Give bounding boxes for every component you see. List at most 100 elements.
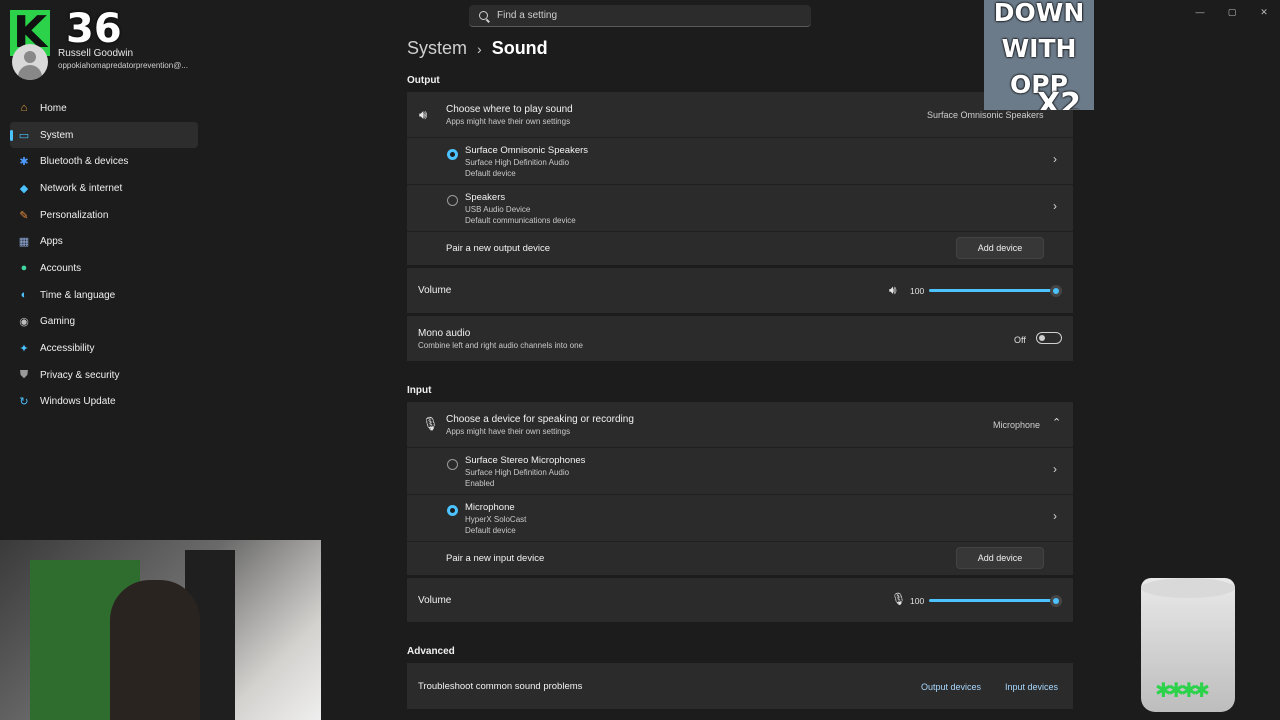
input-device-radio[interactable] bbox=[447, 459, 458, 470]
pair-output-row: Pair a new output device Add device bbox=[407, 232, 1073, 265]
input-volume-card: Volume 🎙︎ 100 bbox=[407, 578, 1073, 622]
input-device-radio[interactable] bbox=[447, 505, 458, 516]
output-device-driver: USB Audio Device bbox=[465, 205, 531, 214]
sidebar-nav: ⌂ Home ▭ System ✱ Bluetooth & devices ◆ Netw… bbox=[10, 95, 198, 415]
output-device-row[interactable]: Surface Omnisonic Speakers Surface High … bbox=[407, 138, 1073, 184]
output-device-radio[interactable] bbox=[447, 149, 458, 160]
input-device-name: Microphone bbox=[465, 502, 515, 513]
network-icon: ◆ bbox=[19, 182, 29, 195]
troubleshoot-label: Troubleshoot common sound problems bbox=[418, 681, 583, 692]
output-chooser-row[interactable]: 🔊︎ Choose where to play sound Apps might… bbox=[407, 92, 1073, 137]
sidebar-item-label: Apps bbox=[40, 236, 63, 248]
minimize-button[interactable]: — bbox=[1184, 0, 1216, 24]
output-section-label: Output bbox=[407, 75, 440, 86]
input-device-driver: HyperX SoloCast bbox=[465, 515, 527, 524]
output-device-status: Default communications device bbox=[465, 216, 576, 225]
input-chooser-row[interactable]: 🎙︎ Choose a device for speaking or recor… bbox=[407, 402, 1073, 447]
input-volume-value: 100 bbox=[910, 596, 925, 606]
shield-icon: ⛊ bbox=[19, 368, 29, 381]
add-output-device-button[interactable]: Add device bbox=[956, 237, 1044, 259]
advanced-section-label: Advanced bbox=[407, 646, 455, 657]
sidebar-item-personalization[interactable]: ✎ Personalization bbox=[10, 202, 198, 229]
mono-audio-subtitle: Combine left and right audio channels in… bbox=[418, 341, 583, 350]
window-controls: — ▢ ✕ bbox=[1184, 0, 1280, 24]
close-button[interactable]: ✕ bbox=[1248, 0, 1280, 24]
sidebar-item-home[interactable]: ⌂ Home bbox=[10, 95, 198, 122]
mono-audio-toggle[interactable] bbox=[1036, 332, 1062, 344]
microphone-icon[interactable]: 🎙︎ bbox=[891, 592, 906, 606]
breadcrumb-parent[interactable]: System bbox=[407, 38, 467, 59]
sidebar-item-label: Time & language bbox=[40, 289, 116, 301]
chevron-up-icon[interactable]: ⌃ bbox=[1052, 416, 1061, 429]
chevron-right-icon[interactable]: › bbox=[1053, 152, 1057, 166]
maximize-button[interactable]: ▢ bbox=[1216, 0, 1248, 24]
chevron-right-icon[interactable]: › bbox=[1053, 462, 1057, 476]
sidebar-item-time-language[interactable]: ◐ Time & language bbox=[10, 282, 198, 309]
apps-icon: ▦ bbox=[18, 236, 30, 249]
output-volume-card: Volume 🔊︎ 100 bbox=[407, 268, 1073, 313]
sidebar-item-label: Personalization bbox=[40, 209, 109, 221]
input-device-name: Surface Stereo Microphones bbox=[465, 455, 586, 466]
sidebar-item-network[interactable]: ◆ Network & internet bbox=[10, 175, 198, 202]
speaker-icon[interactable]: 🔊︎ bbox=[889, 283, 897, 298]
output-chooser-subtitle: Apps might have their own settings bbox=[446, 117, 571, 126]
sidebar-item-system[interactable]: ▭ System bbox=[10, 121, 198, 149]
output-device-row[interactable]: Speakers USB Audio Device Default commun… bbox=[407, 185, 1073, 231]
output-device-radio[interactable] bbox=[447, 195, 458, 206]
search-input[interactable] bbox=[497, 10, 787, 21]
meme-line: DOWN bbox=[993, 0, 1085, 27]
input-section-label: Input bbox=[407, 385, 432, 396]
input-volume-label: Volume bbox=[418, 595, 452, 606]
pair-output-label: Pair a new output device bbox=[446, 243, 551, 254]
troubleshoot-output-link[interactable]: Output devices bbox=[921, 682, 981, 692]
input-device-status: Default device bbox=[465, 526, 516, 535]
output-volume-slider[interactable] bbox=[929, 289, 1056, 292]
output-volume-value: 100 bbox=[910, 286, 925, 296]
search-box[interactable] bbox=[469, 5, 811, 27]
input-device-card: 🎙︎ Choose a device for speaking or recor… bbox=[407, 402, 1073, 575]
troubleshoot-input-link[interactable]: Input devices bbox=[1005, 682, 1058, 692]
meme-line: X2 bbox=[1036, 87, 1081, 111]
sidebar-item-windows-update[interactable]: ↻ Windows Update bbox=[10, 389, 198, 416]
sidebar-item-apps[interactable]: ▦ Apps bbox=[10, 228, 198, 255]
add-input-device-button[interactable]: Add device bbox=[956, 547, 1044, 569]
sidebar-item-label: System bbox=[40, 129, 74, 141]
input-volume-slider[interactable] bbox=[929, 599, 1056, 602]
chevron-right-icon[interactable]: › bbox=[1053, 509, 1057, 523]
speaker-icon: 🔊︎ bbox=[419, 107, 428, 122]
sidebar-item-gaming[interactable]: ◉ Gaming bbox=[10, 309, 198, 336]
troubleshoot-card: Troubleshoot common sound problems Outpu… bbox=[407, 663, 1073, 709]
brush-icon: ✎ bbox=[19, 209, 29, 222]
pair-input-row: Pair a new input device Add device bbox=[407, 542, 1073, 575]
accessibility-icon: ✦ bbox=[19, 343, 29, 356]
input-device-status: Enabled bbox=[465, 479, 495, 488]
sidebar-item-label: Home bbox=[40, 102, 67, 114]
sidebar-item-bluetooth[interactable]: ✱ Bluetooth & devices bbox=[10, 148, 198, 175]
page-title: Sound bbox=[491, 38, 548, 58]
system-icon: ▭ bbox=[18, 129, 30, 142]
avatar[interactable] bbox=[12, 44, 48, 80]
input-chooser-subtitle: Apps might have their own settings bbox=[446, 427, 571, 436]
chevron-right-icon: › bbox=[477, 40, 482, 57]
input-device-row[interactable]: Surface Stereo Microphones Surface High … bbox=[407, 448, 1073, 494]
input-device-row[interactable]: Microphone HyperX SoloCast Default devic… bbox=[407, 495, 1073, 541]
output-volume-label: Volume bbox=[418, 285, 452, 296]
input-volume-thumb[interactable] bbox=[1050, 594, 1062, 607]
breadcrumb: System › Sound bbox=[407, 38, 548, 59]
cup-rim bbox=[1141, 578, 1235, 598]
gamepad-icon: ◉ bbox=[19, 316, 29, 329]
output-chooser-title: Choose where to play sound bbox=[446, 104, 573, 115]
sidebar-item-accounts[interactable]: ● Accounts bbox=[10, 255, 198, 282]
stream-counter: 36 bbox=[66, 6, 122, 52]
sidebar-item-label: Accounts bbox=[40, 262, 82, 274]
chevron-right-icon[interactable]: › bbox=[1053, 199, 1057, 213]
update-icon: ↻ bbox=[19, 396, 29, 409]
webcam-overlay bbox=[0, 540, 321, 720]
meme-overlay: DOWN WITH OPP X2 bbox=[984, 0, 1094, 110]
sidebar-item-privacy[interactable]: ⛊ Privacy & security bbox=[10, 362, 198, 389]
output-volume-thumb[interactable] bbox=[1050, 284, 1062, 297]
mono-audio-state: Off bbox=[1014, 335, 1026, 345]
sidebar-item-label: Bluetooth & devices bbox=[40, 156, 129, 168]
search-icon bbox=[479, 11, 488, 20]
sidebar-item-accessibility[interactable]: ✦ Accessibility bbox=[10, 335, 198, 362]
